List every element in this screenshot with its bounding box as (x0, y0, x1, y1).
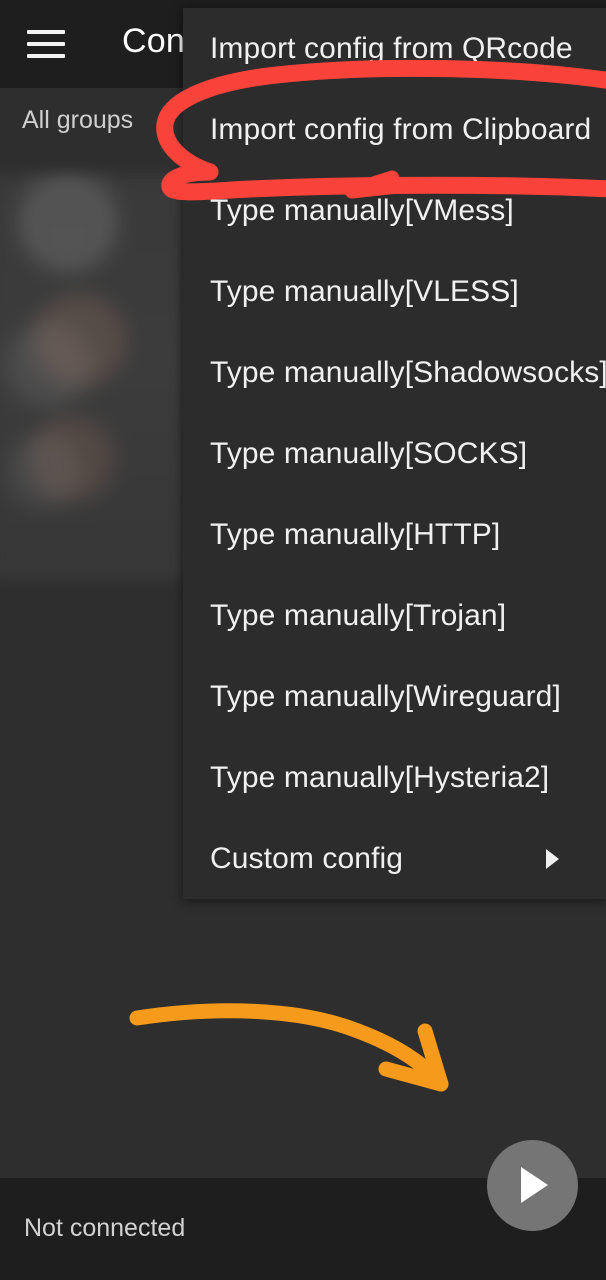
menu-item-label: Type manually[Shadowsocks] (210, 355, 606, 389)
menu-item-type-manually-hysteria2[interactable]: Type manually[Hysteria2] (183, 737, 606, 818)
menu-item-label: Import config from QRcode (210, 31, 573, 65)
menu-item-type-manually-vless[interactable]: Type manually[VLESS] (183, 251, 606, 332)
blurred-config-list (0, 173, 188, 581)
menu-item-type-manually-socks[interactable]: Type manually[SOCKS] (183, 413, 606, 494)
hamburger-bar (27, 42, 65, 46)
menu-item-type-manually-http[interactable]: Type manually[HTTP] (183, 494, 606, 575)
menu-item-type-manually-wireguard[interactable]: Type manually[Wireguard] (183, 656, 606, 737)
menu-item-label: Type manually[Wireguard] (210, 679, 561, 713)
tab-all-groups[interactable]: All groups (22, 106, 133, 135)
menu-item-label: Type manually[Hysteria2] (210, 760, 550, 794)
menu-item-type-manually-shadowsocks[interactable]: Type manually[Shadowsocks] (183, 332, 606, 413)
app-screen: Con All groups Import config from QRcode… (0, 0, 606, 1280)
menu-item-label: Type manually[VMess] (210, 193, 514, 227)
menu-item-label: Type manually[HTTP] (210, 517, 501, 551)
import-options-popup-menu: Import config from QRcode Import config f… (183, 8, 606, 899)
connect-fab-button[interactable] (487, 1140, 578, 1231)
menu-item-label: Import config from Clipboard (210, 112, 592, 146)
menu-item-import-config-from-clipboard[interactable]: Import config from Clipboard (183, 89, 606, 170)
menu-item-import-config-from-qrcode[interactable]: Import config from QRcode (183, 8, 606, 89)
chevron-right-icon (546, 848, 559, 869)
menu-item-label: Type manually[Trojan] (210, 598, 507, 632)
play-icon (521, 1167, 548, 1203)
menu-item-type-manually-vmess[interactable]: Type manually[VMess] (183, 170, 606, 251)
menu-item-label: Type manually[SOCKS] (210, 436, 528, 470)
menu-item-label: Custom config (210, 841, 404, 875)
menu-item-label: Type manually[VLESS] (210, 274, 519, 308)
menu-item-custom-config[interactable]: Custom config (183, 818, 606, 899)
connection-status-text: Not connected (24, 1214, 186, 1242)
hamburger-menu-icon[interactable] (27, 30, 65, 58)
menu-item-type-manually-trojan[interactable]: Type manually[Trojan] (183, 575, 606, 656)
hamburger-bar (27, 30, 65, 34)
page-title: Con (122, 22, 185, 60)
hamburger-bar (27, 54, 65, 58)
